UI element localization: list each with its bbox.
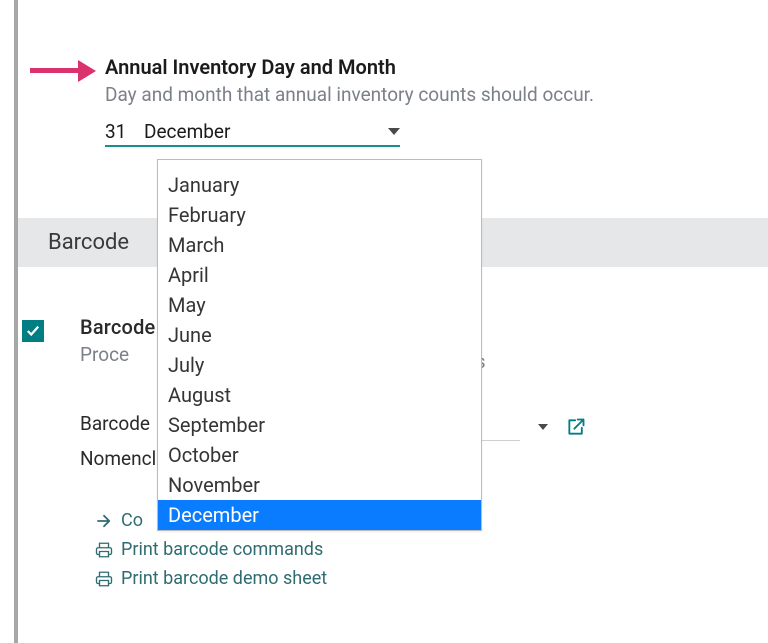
chevron-down-icon [538, 424, 548, 430]
link-label: Co [121, 510, 143, 531]
month-select-value[interactable]: December [144, 120, 374, 143]
month-option-august[interactable]: August [158, 380, 481, 410]
month-option-march[interactable]: March [158, 230, 481, 260]
month-option-july[interactable]: July [158, 350, 481, 380]
vertical-scroll-indicator [14, 0, 18, 643]
barcode-scanner-title: Barcode [80, 315, 155, 339]
setting-description: Day and month that annual inventory coun… [105, 83, 594, 106]
month-option-november[interactable]: November [158, 470, 481, 500]
month-option-october[interactable]: October [158, 440, 481, 470]
callout-arrow [30, 60, 100, 80]
annual-inventory-setting: Annual Inventory Day and Month Day and m… [105, 55, 594, 147]
section-title: Barcode [48, 230, 129, 255]
barcode-scanner-checkbox[interactable] [22, 320, 44, 342]
barcode-scanner-block: Barcode Proce [80, 315, 155, 386]
external-link-icon[interactable] [566, 417, 586, 437]
month-option-june[interactable]: June [158, 320, 481, 350]
month-option-december[interactable]: December [158, 500, 481, 530]
month-option-january[interactable]: January [158, 170, 481, 200]
month-option-february[interactable]: February [158, 200, 481, 230]
month-option-may[interactable]: May [158, 290, 481, 320]
link-label: Print barcode demo sheet [121, 568, 327, 589]
month-dropdown[interactable]: JanuaryFebruaryMarchAprilMayJuneJulyAugu… [157, 159, 482, 531]
barcode-nomenclature-label: Barcode [80, 412, 150, 435]
month-option-september[interactable]: September [158, 410, 481, 440]
month-option-april[interactable]: April [158, 260, 481, 290]
arrow-right-icon [95, 512, 113, 530]
barcode-scanner-description: Proce [80, 343, 155, 366]
printer-icon [95, 541, 113, 559]
print-demo-link[interactable]: Print barcode demo sheet [95, 568, 327, 589]
day-input[interactable]: 31 [105, 120, 130, 143]
link-label: Print barcode commands [121, 539, 323, 560]
print-commands-link[interactable]: Print barcode commands [95, 539, 327, 560]
day-month-selector[interactable]: 31 December [105, 120, 400, 147]
printer-icon [95, 570, 113, 588]
check-icon [26, 324, 40, 338]
chevron-down-icon [388, 128, 400, 135]
setting-title: Annual Inventory Day and Month [105, 55, 594, 79]
